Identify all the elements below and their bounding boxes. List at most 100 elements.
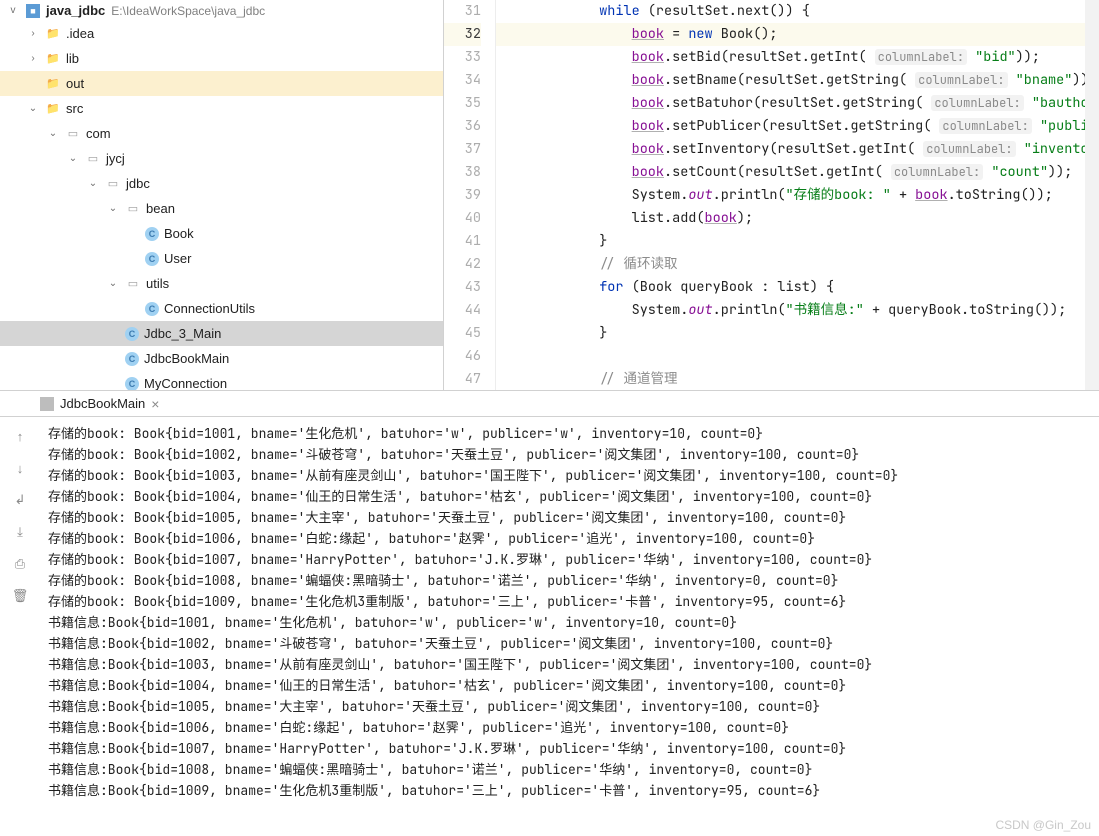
code-line[interactable]: book.setBatuhor(resultSet.getString( col…	[496, 92, 1085, 115]
line-number[interactable]: 32	[444, 23, 481, 46]
console-line: 书籍信息:Book{bid=1005, bname='大主宰', batuhor…	[48, 696, 1091, 717]
line-number[interactable]: 37	[444, 138, 481, 161]
console-toolbar: ↑ ↓ ↲ ⤓ ⎙ 🗑	[0, 417, 40, 836]
code-line[interactable]: list.add(book);	[496, 207, 1085, 230]
tree-label: jdbc	[126, 176, 150, 191]
scrollbar-vertical[interactable]	[1085, 0, 1099, 390]
console-tab[interactable]: JdbcBookMain ×	[0, 391, 1099, 417]
tree-item-book[interactable]: CBook	[0, 221, 443, 246]
tree-item-user[interactable]: CUser	[0, 246, 443, 271]
chevron-icon[interactable]: ⌄	[86, 178, 100, 189]
line-number[interactable]: 45	[444, 322, 481, 345]
scroll-end-icon[interactable]: ⤓	[11, 523, 29, 541]
console-line: 存储的book: Book{bid=1001, bname='生化危机', ba…	[48, 423, 1091, 444]
line-number[interactable]: 36	[444, 115, 481, 138]
tree-label: bean	[146, 201, 175, 216]
tree-item-.idea[interactable]: ›📁.idea	[0, 21, 443, 46]
console-line: 存储的book: Book{bid=1007, bname='HarryPott…	[48, 549, 1091, 570]
line-number[interactable]: 38	[444, 161, 481, 184]
code-line[interactable]: }	[496, 230, 1085, 253]
print-icon[interactable]: ⎙	[11, 555, 29, 573]
tree-item-jdbc[interactable]: ⌄▭jdbc	[0, 171, 443, 196]
tree-item-utils[interactable]: ⌄▭utils	[0, 271, 443, 296]
chevron-icon[interactable]: ›	[26, 28, 40, 39]
console-line: 书籍信息:Book{bid=1001, bname='生化危机', batuho…	[48, 612, 1091, 633]
code-body[interactable]: while (resultSet.next()) { book = new Bo…	[496, 0, 1085, 390]
chevron-icon[interactable]: ⌄	[66, 153, 80, 164]
code-line[interactable]: while (resultSet.next()) {	[496, 0, 1085, 23]
tree-label: MyConnection	[144, 376, 227, 390]
console-line: 存储的book: Book{bid=1003, bname='从前有座灵剑山',…	[48, 465, 1091, 486]
line-number[interactable]: 43	[444, 276, 481, 299]
module-icon: ■	[26, 4, 40, 18]
tree-item-out[interactable]: 📁out	[0, 71, 443, 96]
project-name: java_jdbc	[46, 3, 105, 18]
tree-label: lib	[66, 51, 79, 66]
code-line[interactable]: book.setCount(resultSet.getInt( columnLa…	[496, 161, 1085, 184]
line-number[interactable]: 46	[444, 345, 481, 368]
console-line: 书籍信息:Book{bid=1002, bname='斗破苍穹', batuho…	[48, 633, 1091, 654]
tree-item-src[interactable]: ⌄📁src	[0, 96, 443, 121]
close-icon[interactable]: ×	[151, 396, 159, 412]
run-toolwindow: JdbcBookMain × ↑ ↓ ↲ ⤓ ⎙ 🗑 存储的book: Book…	[0, 390, 1099, 836]
line-number[interactable]: 35	[444, 92, 481, 115]
tree-label: out	[66, 76, 84, 91]
code-line[interactable]: book.setBid(resultSet.getInt( columnLabe…	[496, 46, 1085, 69]
line-number[interactable]: 41	[444, 230, 481, 253]
chevron-icon[interactable]: ⌄	[26, 103, 40, 114]
code-line[interactable]: book.setPublicer(resultSet.getString( co…	[496, 115, 1085, 138]
code-line[interactable]: book.setBname(resultSet.getString( colum…	[496, 69, 1085, 92]
code-line[interactable]	[496, 345, 1085, 368]
chevron-icon[interactable]: ›	[26, 53, 40, 64]
down-arrow-icon[interactable]: ↓	[11, 459, 29, 477]
tree-label: User	[164, 251, 191, 266]
code-line[interactable]: System.out.println("存储的book: " + book.to…	[496, 184, 1085, 207]
upper-pane: v ■ java_jdbc E:\IdeaWorkSpace\java_jdbc…	[0, 0, 1099, 390]
line-number[interactable]: 40	[444, 207, 481, 230]
console-tab-label: JdbcBookMain	[60, 396, 145, 411]
line-number[interactable]: 47	[444, 368, 481, 390]
code-line[interactable]: // 循环读取	[496, 253, 1085, 276]
trash-icon[interactable]: 🗑	[11, 587, 29, 605]
chevron-icon[interactable]: ⌄	[46, 128, 60, 139]
tree-item-com[interactable]: ⌄▭com	[0, 121, 443, 146]
line-number[interactable]: 39	[444, 184, 481, 207]
tree-item-jycj[interactable]: ⌄▭jycj	[0, 146, 443, 171]
console-line: 书籍信息:Book{bid=1006, bname='白蛇:缘起', batuh…	[48, 717, 1091, 738]
tree-item-bean[interactable]: ⌄▭bean	[0, 196, 443, 221]
console-output[interactable]: 存储的book: Book{bid=1001, bname='生化危机', ba…	[40, 417, 1099, 836]
line-number[interactable]: 42	[444, 253, 481, 276]
chevron-icon[interactable]: ⌄	[106, 203, 120, 214]
tree-label: Book	[164, 226, 194, 241]
line-number[interactable]: 31	[444, 0, 481, 23]
code-line[interactable]: book = new Book();	[496, 23, 1085, 46]
line-number[interactable]: 44	[444, 299, 481, 322]
chevron-icon[interactable]: ⌄	[106, 278, 120, 289]
line-gutter[interactable]: 313233343536373839404142434445464748	[444, 0, 496, 390]
console-line: 书籍信息:Book{bid=1007, bname='HarryPotter',…	[48, 738, 1091, 759]
console-line: 存储的book: Book{bid=1005, bname='大主宰', bat…	[48, 507, 1091, 528]
tree-item-connectionutils[interactable]: CConnectionUtils	[0, 296, 443, 321]
code-line[interactable]: for (Book queryBook : list) {	[496, 276, 1085, 299]
tree-item-myconnection[interactable]: CMyConnection	[0, 371, 443, 390]
line-number[interactable]: 34	[444, 69, 481, 92]
code-editor[interactable]: 313233343536373839404142434445464748 whi…	[444, 0, 1099, 390]
run-config-icon	[40, 397, 54, 411]
tree-item-jdbc_3_main[interactable]: CJdbc_3_Main	[0, 321, 443, 346]
code-line[interactable]: book.setInventory(resultSet.getInt( colu…	[496, 138, 1085, 161]
tree-label: utils	[146, 276, 169, 291]
code-line[interactable]: }	[496, 322, 1085, 345]
soft-wrap-icon[interactable]: ↲	[11, 491, 29, 509]
console-line: 存储的book: Book{bid=1009, bname='生化危机3重制版'…	[48, 591, 1091, 612]
tree-label: com	[86, 126, 111, 141]
chevron-down-icon[interactable]: v	[6, 5, 20, 16]
tree-item-jdbcbookmain[interactable]: CJdbcBookMain	[0, 346, 443, 371]
up-arrow-icon[interactable]: ↑	[11, 427, 29, 445]
code-line[interactable]: // 通道管理	[496, 368, 1085, 390]
project-tree[interactable]: v ■ java_jdbc E:\IdeaWorkSpace\java_jdbc…	[0, 0, 444, 390]
project-root[interactable]: v ■ java_jdbc E:\IdeaWorkSpace\java_jdbc	[0, 0, 443, 21]
console-line: 书籍信息:Book{bid=1008, bname='蝙蝠侠:黑暗骑士', ba…	[48, 759, 1091, 780]
line-number[interactable]: 33	[444, 46, 481, 69]
tree-item-lib[interactable]: ›📁lib	[0, 46, 443, 71]
code-line[interactable]: System.out.println("书籍信息:" + queryBook.t…	[496, 299, 1085, 322]
